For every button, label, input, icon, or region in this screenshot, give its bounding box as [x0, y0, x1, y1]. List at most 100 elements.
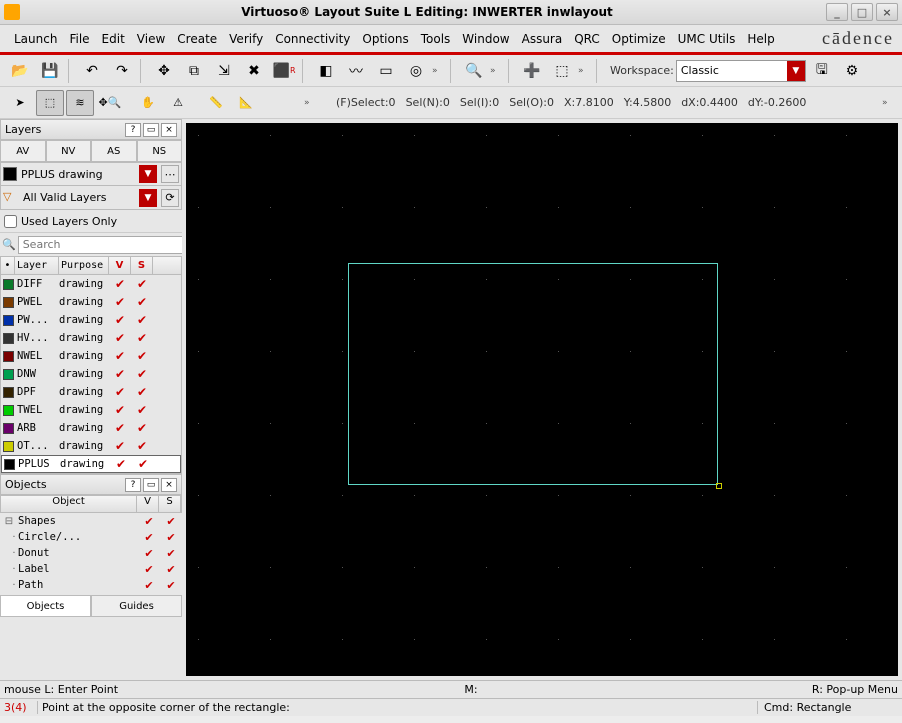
zoom-icon[interactable]: 🔍 — [460, 58, 488, 84]
current-layer-selector[interactable]: PPLUS drawing ▼ ⋯ — [0, 162, 182, 186]
layer-visible-toggle[interactable]: ✔ — [109, 295, 131, 309]
tb2-end-more-icon[interactable]: » — [882, 98, 896, 108]
select-mode-icon[interactable]: ⬚ — [36, 90, 64, 116]
obj-v-toggle[interactable]: ✔ — [138, 547, 160, 560]
layer-row[interactable]: PPLUSdrawing✔✔ — [1, 455, 181, 473]
menu-edit[interactable]: Edit — [96, 28, 131, 50]
objects-close-button[interactable]: × — [161, 478, 177, 492]
maximize-button[interactable]: □ — [851, 3, 873, 21]
objects-tree-item[interactable]: ·Donut✔✔ — [0, 545, 182, 561]
layer-selectable-toggle[interactable]: ✔ — [131, 331, 153, 345]
menu-tools[interactable]: Tools — [415, 28, 457, 50]
obj-s-toggle[interactable]: ✔ — [160, 579, 182, 592]
add-icon[interactable]: ➕ — [518, 58, 546, 84]
layer-visible-toggle[interactable]: ✔ — [109, 403, 131, 417]
layer-selectable-toggle[interactable]: ✔ — [131, 367, 153, 381]
filter-refresh-button[interactable]: ⟳ — [161, 189, 179, 207]
layer-search-input[interactable] — [18, 236, 185, 254]
menu-file[interactable]: File — [63, 28, 95, 50]
layer-visible-toggle[interactable]: ✔ — [109, 313, 131, 327]
used-layers-checkbox[interactable] — [4, 215, 17, 228]
save-icon[interactable]: 💾 — [36, 58, 64, 84]
ws-save-icon[interactable]: 🖫 — [808, 58, 836, 84]
layer-visible-toggle[interactable]: ✔ — [109, 349, 131, 363]
delete-icon[interactable]: ✖ — [240, 58, 268, 84]
rect-icon[interactable]: ▭ — [372, 58, 400, 84]
tab-av[interactable]: AV — [0, 140, 46, 162]
workspace-select[interactable]: Classic ▼ — [676, 60, 806, 82]
objects-undock-button[interactable]: ▭ — [143, 478, 159, 492]
tb2-more-icon[interactable]: » — [304, 98, 318, 108]
layer-selectable-toggle[interactable]: ✔ — [131, 385, 153, 399]
menu-verify[interactable]: Verify — [223, 28, 269, 50]
layer-row[interactable]: DIFFdrawing✔✔ — [1, 275, 181, 293]
current-layer-dropdown-icon[interactable]: ▼ — [139, 165, 157, 183]
layer-row[interactable]: HV...drawing✔✔ — [1, 329, 181, 347]
drawn-rectangle[interactable] — [348, 263, 718, 485]
menu-help[interactable]: Help — [741, 28, 780, 50]
path-icon[interactable]: 〰 — [342, 58, 370, 84]
ruler-icon[interactable]: 📏 — [202, 90, 230, 116]
objects-col-v[interactable]: V — [137, 496, 159, 512]
tab-guides[interactable]: Guides — [91, 595, 182, 617]
menu-optimize[interactable]: Optimize — [606, 28, 672, 50]
stretch-icon[interactable]: ⇲ — [210, 58, 238, 84]
layer-selectable-toggle[interactable]: ✔ — [131, 313, 153, 327]
ruler2-icon[interactable]: 📐 — [232, 90, 260, 116]
layers-table-body[interactable]: DIFFdrawing✔✔PWELdrawing✔✔PW...drawing✔✔… — [1, 275, 181, 473]
ws-config-icon[interactable]: ⚙ — [838, 58, 866, 84]
obj-v-toggle[interactable]: ✔ — [138, 531, 160, 544]
layer-row[interactable]: TWELdrawing✔✔ — [1, 401, 181, 419]
layer-row[interactable]: NWELdrawing✔✔ — [1, 347, 181, 365]
layer-selectable-toggle[interactable]: ✔ — [131, 421, 153, 435]
menu-view[interactable]: View — [131, 28, 171, 50]
layer-selectable-toggle[interactable]: ✔ — [131, 403, 153, 417]
misc-more-icon[interactable]: » — [578, 66, 592, 76]
layer-selectable-toggle[interactable]: ✔ — [131, 439, 153, 453]
obj-s-toggle[interactable]: ✔ — [160, 531, 182, 544]
layers-col-purpose[interactable]: Purpose — [59, 257, 109, 274]
menu-qrc[interactable]: QRC — [568, 28, 606, 50]
layer-selectable-toggle[interactable]: ✔ — [131, 277, 153, 291]
tab-nv[interactable]: NV — [46, 140, 92, 162]
obj-s-toggle[interactable]: ✔ — [160, 547, 182, 560]
toolbar-more-icon[interactable]: » — [432, 66, 446, 76]
close-button[interactable]: × — [876, 3, 898, 21]
instance-icon[interactable]: ◧ — [312, 58, 340, 84]
workspace-dropdown-icon[interactable]: ▼ — [787, 61, 805, 81]
objects-tree-item[interactable]: ·Circle/...✔✔ — [0, 529, 182, 545]
layer-visible-toggle[interactable]: ✔ — [109, 277, 131, 291]
layer-visible-toggle[interactable]: ✔ — [109, 421, 131, 435]
filter-dropdown-icon[interactable]: ▼ — [139, 189, 157, 207]
objects-col-s[interactable]: S — [159, 496, 181, 512]
copy-icon[interactable]: ⧉ — [180, 58, 208, 84]
layer-visible-toggle[interactable]: ✔ — [109, 367, 131, 381]
objects-col-object[interactable]: Object — [1, 496, 137, 512]
redo-icon[interactable]: ↷ — [108, 58, 136, 84]
rectangle-handle[interactable] — [716, 483, 722, 489]
open-icon[interactable]: 📂 — [6, 58, 34, 84]
layers-close-button[interactable]: × — [161, 123, 177, 137]
tab-objects[interactable]: Objects — [0, 595, 91, 617]
layer-selectable-toggle[interactable]: ✔ — [131, 349, 153, 363]
layer-row[interactable]: DPFdrawing✔✔ — [1, 383, 181, 401]
layers-help-button[interactable]: ? — [125, 123, 141, 137]
menu-connectivity[interactable]: Connectivity — [269, 28, 356, 50]
obj-v-toggle[interactable]: ✔ — [138, 579, 160, 592]
layers-col-s[interactable]: S — [131, 257, 153, 274]
objects-table-body[interactable]: ⊟Shapes✔✔·Circle/...✔✔·Donut✔✔·Label✔✔·P… — [0, 513, 182, 595]
layout-canvas[interactable] — [186, 123, 898, 676]
obj-s-toggle[interactable]: ✔ — [160, 563, 182, 576]
menu-launch[interactable]: Launch — [8, 28, 63, 50]
menu-umc-utils[interactable]: UMC Utils — [672, 28, 742, 50]
tab-ns[interactable]: NS — [137, 140, 183, 162]
layers-col-v[interactable]: V — [109, 257, 131, 274]
layer-selectable-toggle[interactable]: ✔ — [131, 295, 153, 309]
layer-visible-toggle[interactable]: ✔ — [109, 439, 131, 453]
layers-col-layer[interactable]: Layer — [15, 257, 59, 274]
undo-icon[interactable]: ↶ — [78, 58, 106, 84]
warn-icon[interactable]: ⚠ — [164, 90, 192, 116]
current-layer-browse-button[interactable]: ⋯ — [161, 165, 179, 183]
menu-options[interactable]: Options — [356, 28, 414, 50]
layer-mode-icon[interactable]: ≋ — [66, 90, 94, 116]
